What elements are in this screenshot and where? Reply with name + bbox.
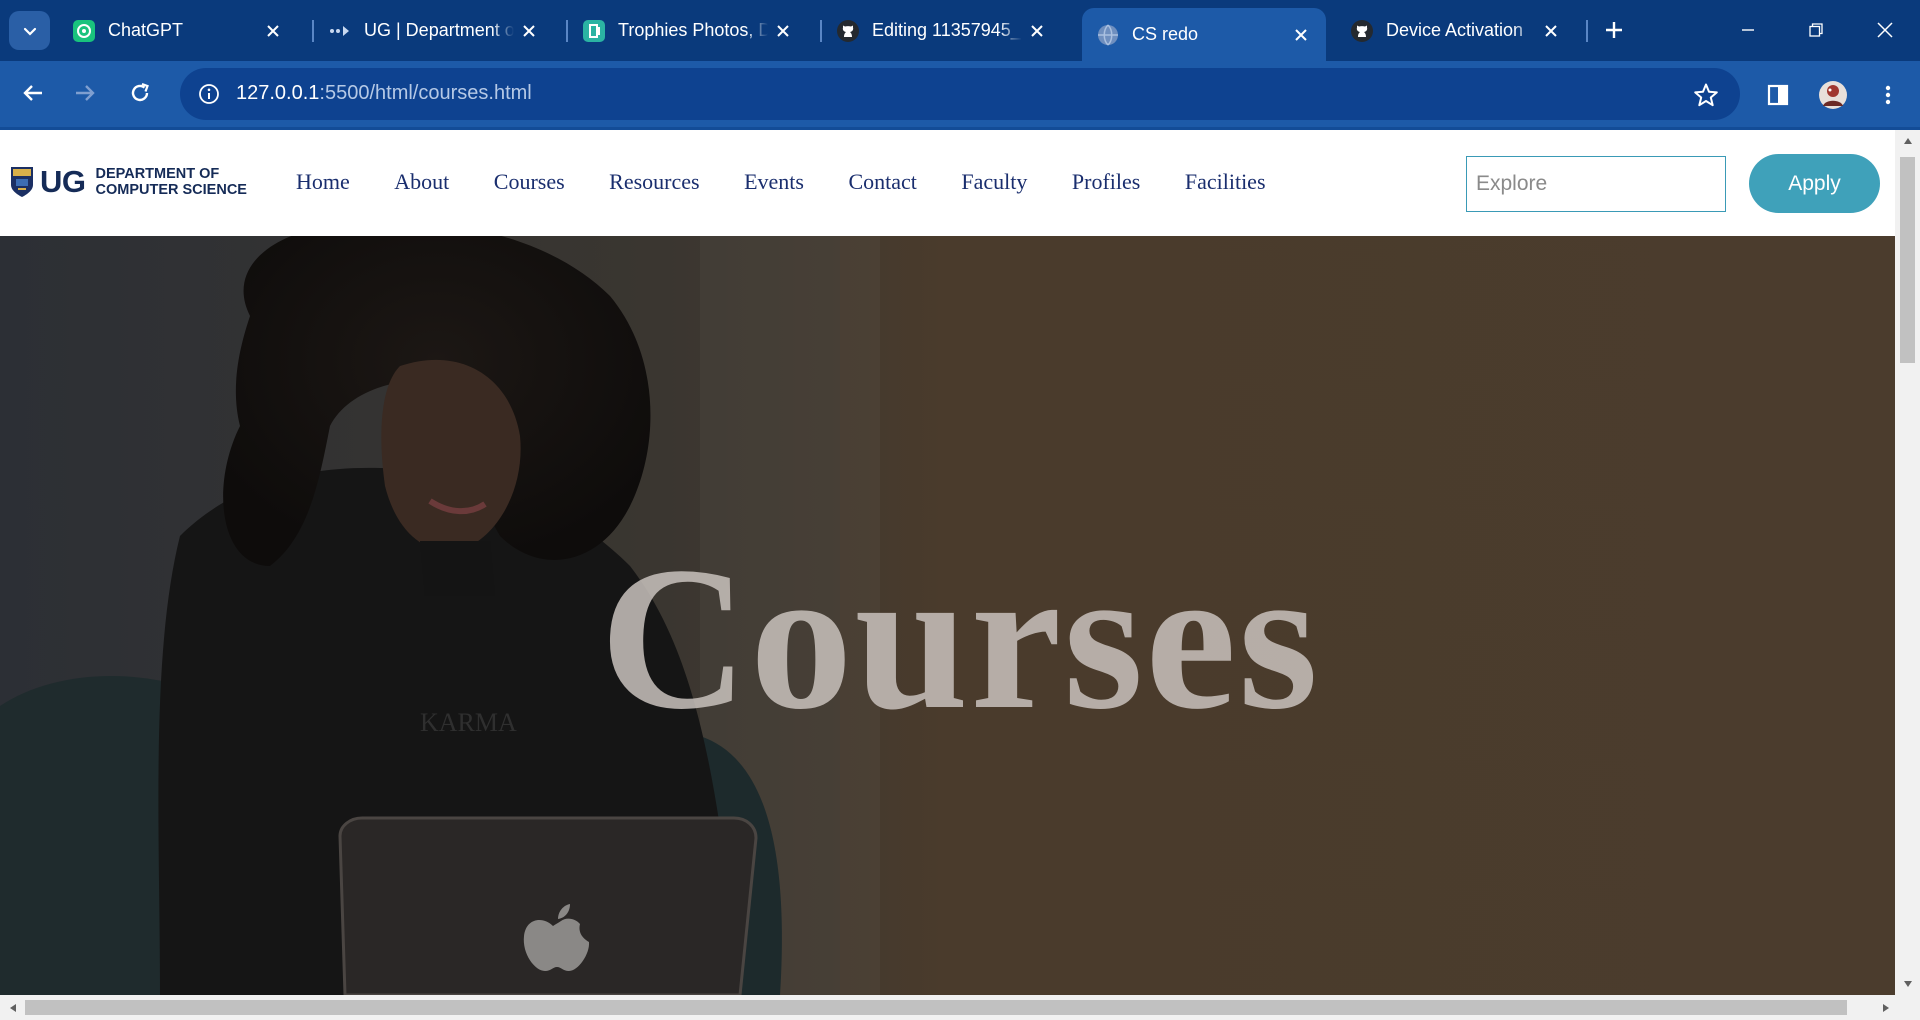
nav-link-home[interactable]: Home	[296, 169, 350, 195]
nav-link-facilities[interactable]: Facilities	[1185, 169, 1266, 195]
nav-link-faculty[interactable]: Faculty	[961, 169, 1027, 195]
close-tab-icon[interactable]	[1536, 16, 1566, 46]
scroll-down-icon[interactable]	[1900, 976, 1915, 991]
tab-title: ChatGPT	[108, 20, 184, 40]
tab-chatgpt[interactable]: ChatGPT	[58, 8, 298, 53]
crest-icon	[11, 167, 33, 197]
url-host: 127.0.0.1	[236, 82, 320, 104]
horizontal-scrollbar[interactable]	[0, 995, 1920, 1020]
nav-link-resources[interactable]: Resources	[609, 169, 699, 195]
tab-ug-department[interactable]: UG | Department of	[314, 8, 554, 53]
hero-banner: KARMA Courses	[0, 236, 1895, 995]
tab-title: Device Activation	[1386, 20, 1524, 40]
scroll-left-icon[interactable]	[5, 1000, 20, 1015]
nav-link-courses[interactable]: Courses	[494, 169, 565, 195]
vertical-scroll-thumb[interactable]	[1900, 157, 1915, 363]
tab-separator	[1586, 20, 1588, 42]
more-vertical-icon	[1885, 85, 1891, 105]
close-tab-icon[interactable]	[258, 16, 288, 46]
explore-search-input[interactable]: Explore	[1466, 156, 1726, 212]
forward-arrow-icon	[76, 85, 95, 101]
site-header: UG DEPARTMENT OF COMPUTER SCIENCE Home A…	[0, 130, 1895, 236]
search-placeholder: Explore	[1476, 172, 1548, 195]
trophies-favicon-icon	[582, 19, 606, 43]
nav-link-contact[interactable]: Contact	[848, 169, 916, 195]
scroll-up-icon[interactable]	[1900, 133, 1915, 148]
vertical-scrollbar[interactable]	[1895, 130, 1920, 995]
close-window-button[interactable]	[1855, 8, 1915, 52]
reload-button[interactable]	[120, 73, 160, 113]
scroll-right-icon[interactable]	[1878, 1000, 1893, 1015]
back-arrow-icon	[23, 85, 42, 101]
reload-icon	[131, 82, 149, 102]
avatar-icon	[1819, 81, 1847, 109]
nav-link-profiles[interactable]: Profiles	[1072, 169, 1140, 195]
nav-link-about[interactable]: About	[394, 169, 449, 195]
tab-title: UG | Department of	[364, 20, 514, 40]
minimize-icon	[1742, 29, 1754, 31]
tab-trophies[interactable]: Trophies Photos, D	[568, 8, 808, 53]
close-icon	[1877, 22, 1893, 38]
url-text[interactable]: 127.0.0.1:5500/html/courses.html	[236, 82, 532, 105]
browser-menu-button[interactable]	[1868, 75, 1908, 115]
apply-button[interactable]: Apply	[1749, 154, 1880, 213]
browser-toolbar: 127.0.0.1:5500/html/courses.html	[0, 61, 1920, 129]
side-panel-icon	[1767, 84, 1789, 106]
tab-cs-redo[interactable]: CS redo	[1082, 8, 1326, 61]
tab-title: Editing 11357945_	[872, 20, 1021, 40]
horizontal-scroll-thumb[interactable]	[25, 1000, 1847, 1015]
restore-icon	[1809, 23, 1823, 37]
main-navigation: Home About Courses Resources Events Cont…	[296, 169, 1310, 195]
profile-avatar[interactable]	[1813, 75, 1853, 115]
new-tab-button[interactable]	[1598, 14, 1630, 46]
minimize-button[interactable]	[1718, 8, 1778, 52]
restore-button[interactable]	[1786, 8, 1846, 52]
web-page: UG DEPARTMENT OF COMPUTER SCIENCE Home A…	[0, 130, 1895, 995]
bookmark-star-icon[interactable]	[1692, 81, 1720, 109]
side-panel-button[interactable]	[1758, 75, 1798, 115]
close-tab-icon[interactable]	[768, 16, 798, 46]
hero-title: Courses	[599, 525, 1321, 752]
close-tab-icon[interactable]	[514, 16, 544, 46]
logo-department-text: DEPARTMENT OF COMPUTER SCIENCE	[96, 166, 247, 198]
browser-window: ChatGPT UG | Department of Trophies Phot…	[0, 0, 1920, 1020]
nav-link-events[interactable]: Events	[744, 169, 804, 195]
chatgpt-icon	[72, 19, 96, 43]
logo-ug-text: UG	[40, 164, 86, 199]
back-button[interactable]	[13, 73, 53, 113]
forward-button[interactable]	[65, 73, 105, 113]
tab-title: Trophies Photos, D	[618, 20, 768, 40]
tab-github-editing[interactable]: Editing 11357945_	[822, 8, 1062, 53]
close-tab-icon[interactable]	[1022, 16, 1052, 46]
github-icon	[1350, 19, 1374, 43]
plus-icon	[1606, 22, 1622, 38]
site-logo[interactable]: UG DEPARTMENT OF COMPUTER SCIENCE	[10, 162, 247, 202]
logo-line-1: DEPARTMENT OF	[95, 166, 220, 182]
site-info-icon[interactable]	[192, 77, 226, 111]
tab-strip: ChatGPT UG | Department of Trophies Phot…	[0, 0, 1920, 61]
url-path: :5500/html/courses.html	[319, 82, 532, 104]
chevron-down-icon	[23, 27, 36, 36]
ug-favicon-icon	[328, 19, 352, 43]
github-icon	[836, 19, 860, 43]
address-bar[interactable]: 127.0.0.1:5500/html/courses.html	[180, 68, 1740, 120]
tab-search-button[interactable]	[9, 11, 50, 50]
close-tab-icon[interactable]	[1286, 20, 1316, 50]
globe-icon	[1096, 23, 1120, 47]
tab-title: CS redo	[1132, 24, 1199, 44]
tab-device-activation[interactable]: Device Activation	[1336, 8, 1576, 53]
logo-line-2: COMPUTER SCIENCE	[95, 182, 247, 198]
